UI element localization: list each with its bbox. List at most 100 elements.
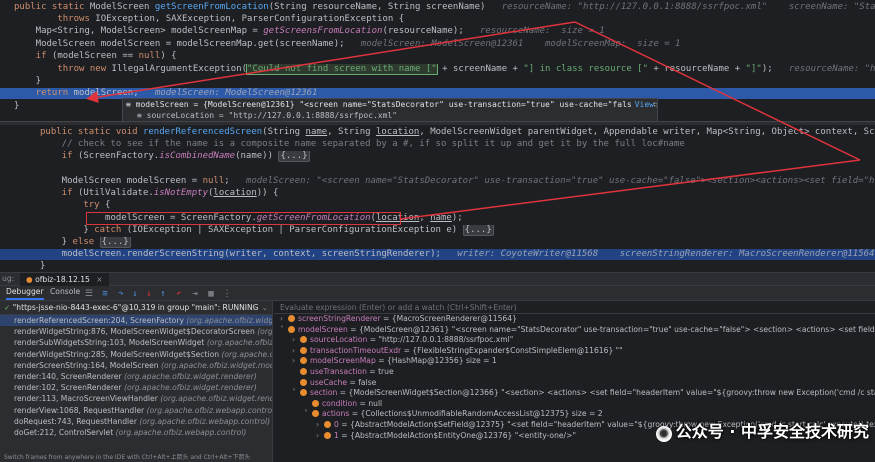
more-icon[interactable]: ⋮ [222,289,232,299]
step-into-icon[interactable]: ↓ [130,289,140,299]
stack-frame[interactable]: render:102, ScreenRenderer (org.apache.o… [0,382,272,393]
code-line[interactable]: public static void renderReferencedScree… [40,127,875,138]
close-icon[interactable]: × [96,275,102,284]
stack-frame[interactable]: doRequest:743, RequestHandler (org.apach… [0,416,272,427]
stack-frame[interactable]: renderScreenString:164, ModelScreen (org… [0,360,272,371]
thread-label: "https-jsse-nio-8443-exec-6"@10,319 in g… [12,303,259,312]
field-icon [300,389,307,397]
stack-frame[interactable]: render:113, MacroScreenViewHandler (org.… [0,393,272,404]
code-line[interactable]: ModelScreen modelScreen = null; modelScr… [40,176,875,187]
show-execution-point-icon[interactable]: ≡ [100,289,110,299]
stack-frame[interactable]: renderSubWidgetsString:103, ModelScreenW… [0,337,272,348]
variable-row[interactable]: useCache = false [274,378,875,389]
tab-console[interactable]: Console [50,287,80,296]
frame-list: renderReferencedScreen:204, ScreenFactor… [0,315,272,438]
chevron-down-icon[interactable]: ˅ [304,409,312,420]
evaluate-expression-input[interactable]: Evaluate expression (Enter) or add a wat… [274,301,875,314]
force-step-into-icon[interactable]: ↓ [144,289,154,299]
variable-name: actions [322,409,350,419]
frame-package: (org.apache.ofbiz.widget.model) [221,349,272,359]
chevron-down-icon[interactable]: ˅ [280,325,288,336]
debug-hint: resourceName: "http://127.0.0.1:8888/ssr… [501,2,875,12]
code-line[interactable]: } else {...} [40,237,875,248]
field-icon [300,357,307,365]
filter-icon[interactable]: ▿ [252,301,256,315]
variable-row[interactable]: › transactionTimeoutExdr = {FlexibleStrin… [274,346,875,357]
variable-row[interactable]: › screenStringRenderer = {MacroScreenRend… [274,314,875,325]
debug-hint: resourceName: "http://127.0.0.1:8888/ssr… [788,64,875,74]
popup-source-location: ≡ sourceLocation = "http://127.0.0.1:888… [137,111,398,120]
variable-row[interactable]: condition = null [274,399,875,410]
code-line[interactable]: throw new IllegalArgumentException("Coul… [14,64,875,75]
stack-frame[interactable]: render:140, ScreenRenderer (org.apache.o… [0,371,272,382]
evaluate-icon[interactable]: ▦ [206,289,216,299]
tab-debugger[interactable]: Debugger [6,287,44,300]
thread-selector[interactable]: ✓ "https-jsse-nio-8443-exec-6"@10,319 in… [0,301,272,315]
field-icon [324,431,331,439]
drop-frame-icon[interactable]: ↶ [174,289,184,299]
variable-name: useCache [310,377,348,387]
code-line[interactable]: try { [40,200,875,211]
stack-frame[interactable]: renderView:1068, RequestHandler (org.apa… [0,405,272,416]
stack-frame[interactable]: renderReferencedScreen:204, ScreenFactor… [0,315,272,327]
code-comment[interactable]: // check to see if the name is a composi… [40,139,875,150]
folded-block[interactable]: {...} [462,225,494,236]
editor-bottom[interactable]: public static void renderReferencedScree… [0,125,875,272]
step-out-icon[interactable]: ↑ [158,289,168,299]
variable-row[interactable]: ˅ modelScreen = {ModelScreen@12361} "<scr… [274,325,875,336]
field-icon [324,420,331,428]
chevron-right-icon[interactable]: › [316,420,324,431]
stack-frame[interactable]: renderWidgetString:285, ModelScreenWidge… [0,349,272,360]
code-line[interactable]: if (modelScreen == null) { [14,51,875,62]
run-to-cursor-icon[interactable]: ⇥ [190,289,200,299]
folded-block[interactable]: {...} [278,151,310,162]
chevron-right-icon[interactable]: › [292,356,300,367]
chevron-right-icon[interactable]: › [316,431,324,442]
debug-hint: modelScreen: ModelScreen@12361 modelScre… [360,39,681,49]
frame-package: (org.apache.ofbiz.widget.model) [206,338,272,348]
variable-row[interactable]: useTransaction = true [274,367,875,378]
view-link[interactable]: View [631,99,654,110]
frame-method: render:140, ScreenRenderer [14,371,122,381]
variable-value: = {AbstractModelAction$EntityOne@12376} … [338,430,576,440]
frame-package: (org.apache.ofbiz.webapp.control) [115,427,247,437]
chevron-right-icon[interactable]: › [292,335,300,346]
code-line[interactable]: public static ModelScreen getScreenFromL… [14,2,875,13]
frame-package: (org.apache.ofbiz.widget.renderer.macro) [160,394,272,404]
variable-row[interactable]: › sourceLocation = "http://127.0.0.1:8888… [274,335,875,346]
debug-tool-window-header: ug: ● ofbiz-18.12.15 × [0,272,875,287]
code-line[interactable]: Map<String, ModelScreen> modelScreenMap … [14,26,875,37]
java-icon: ● [26,275,33,284]
code-line[interactable]: if (ScreenFactory.isCombinedName(name)) … [40,151,875,162]
variable-row[interactable]: › modelScreenMap = {HashMap@12356} size =… [274,356,875,367]
variable-name: sourceLocation [310,335,368,345]
chevron-down-icon[interactable]: ˅ [292,388,300,399]
code-line[interactable]: ModelScreen modelScreen = modelScreenMap… [14,39,875,50]
frame-method: renderSubWidgetsString:103, ModelScreenW… [14,338,205,348]
debug-hint: modelScreen: ModelScreen@12361 [154,88,318,98]
inline-value-popup[interactable]: ≡ modelScreen = {ModelScreen@12361} "<sc… [122,98,658,122]
step-over-icon[interactable]: ↷ [116,289,126,299]
layout-icon[interactable]: ☰ [84,289,94,299]
code-line[interactable]: } [14,76,875,87]
code-line[interactable]: } [40,261,875,272]
execution-line[interactable]: modelScreen.renderScreenString(writer, c… [0,249,875,260]
debug-toolbar: Debugger Console ☰ ≡ ↷ ↓ ↓ ↑ ↶ ⇥ ▦ ⋮ [0,286,875,301]
editor-top[interactable]: public static ModelScreen getScreenFromL… [0,0,875,122]
code-line[interactable]: } catch (IOException | SAXException | Pa… [40,225,875,236]
stack-frame[interactable]: renderWidgetString:876, ModelScreenWidge… [0,326,272,337]
variable-value: = {ModelScreen@12361} "<screen name="Sta… [350,324,875,334]
chevron-down-icon[interactable]: ⌄ [262,301,268,315]
variable-value: = true [366,366,394,376]
chevron-right-icon[interactable]: › [280,314,288,325]
tab-ofbiz[interactable]: ● ofbiz-18.12.15 × [20,273,109,287]
code-line[interactable]: throws IOException, SAXException, Parser… [14,14,875,25]
variable-row[interactable]: ˅ section = {ModelScreenWidget$Section@12… [274,388,875,399]
folded-block[interactable]: {...} [99,237,131,248]
chevron-right-icon[interactable]: › [292,346,300,357]
frame-package: (org.apache.ofbiz.widget.model) [257,327,272,337]
stack-frame[interactable]: doGet:212, ControlServlet (org.apache.of… [0,427,272,438]
frame-method: renderScreenString:164, ModelScreen [14,360,159,370]
code-line[interactable]: if (UtilValidate.isNotEmpty(location)) { [40,188,875,199]
debug-label: ug: [2,274,15,283]
